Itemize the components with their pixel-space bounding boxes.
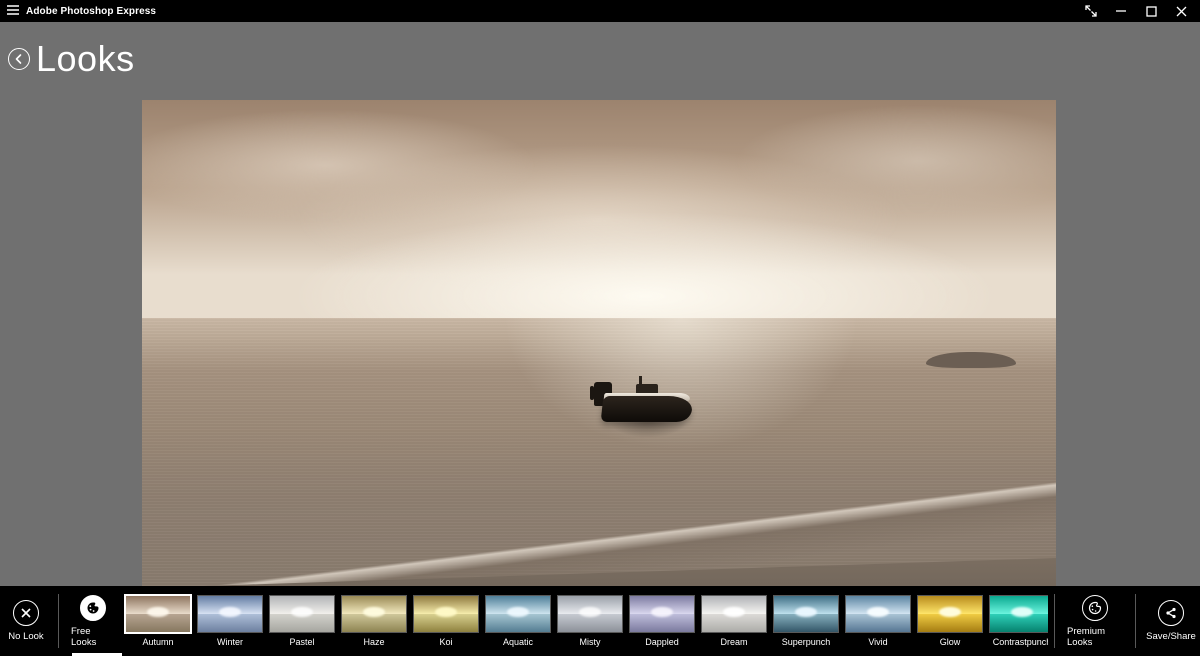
hamburger-menu-icon[interactable] [4, 5, 22, 17]
fullscreen-button[interactable] [1076, 0, 1106, 22]
look-label: Dream [720, 637, 747, 647]
look-label: Haze [363, 637, 384, 647]
look-haze[interactable]: Haze [341, 595, 407, 647]
separator [1054, 594, 1055, 648]
look-koi[interactable]: Koi [413, 595, 479, 647]
app-title: Adobe Photoshop Express [26, 6, 156, 17]
look-label: Superpunch [782, 637, 831, 647]
bottom-bar: No Look Free Looks Autumn Winter Pastel Haz… [0, 586, 1200, 656]
premium-looks-button[interactable]: Premium Looks [1061, 586, 1129, 656]
separator [1135, 594, 1136, 648]
look-label: Dappled [645, 637, 679, 647]
maximize-button[interactable] [1136, 0, 1166, 22]
free-looks-button[interactable]: Free Looks [65, 586, 121, 656]
look-thumbnail [629, 595, 695, 633]
palette-icon [80, 595, 106, 621]
section-title: Looks [36, 38, 135, 80]
look-thumbnail [701, 595, 767, 633]
canvas-area: Looks [0, 22, 1200, 586]
look-thumbnail [917, 595, 983, 633]
minimize-button[interactable] [1106, 0, 1136, 22]
premium-looks-label: Premium Looks [1067, 626, 1123, 648]
look-autumn[interactable]: Autumn [125, 595, 191, 647]
look-thumbnail [197, 595, 263, 633]
look-glow[interactable]: Glow [917, 595, 983, 647]
look-label: Pastel [289, 637, 314, 647]
look-label: Misty [580, 637, 601, 647]
look-aquatic[interactable]: Aquatic [485, 595, 551, 647]
section-header: Looks [8, 38, 135, 80]
save-share-button[interactable]: Save/Share [1142, 586, 1200, 656]
no-look-label: No Look [8, 631, 43, 642]
no-look-button[interactable]: No Look [0, 586, 52, 656]
look-thumbnail [485, 595, 551, 633]
free-looks-label: Free Looks [71, 626, 115, 648]
look-thumbnail [989, 595, 1048, 633]
look-label: Contrastpunch [993, 637, 1048, 647]
look-thumbnail [413, 595, 479, 633]
look-pastel[interactable]: Pastel [269, 595, 335, 647]
close-button[interactable] [1166, 0, 1196, 22]
edited-photo[interactable] [142, 100, 1056, 586]
cancel-icon [13, 600, 39, 626]
back-button[interactable] [8, 48, 30, 70]
look-thumbnail [341, 595, 407, 633]
look-vivid[interactable]: Vivid [845, 595, 911, 647]
look-label: Koi [439, 637, 452, 647]
separator [58, 594, 59, 648]
look-label: Aquatic [503, 637, 533, 647]
look-label: Glow [940, 637, 961, 647]
look-winter[interactable]: Winter [197, 595, 263, 647]
look-superpunch[interactable]: Superpunch [773, 595, 839, 647]
look-thumbnail [773, 595, 839, 633]
titlebar: Adobe Photoshop Express [0, 0, 1200, 22]
look-label: Winter [217, 637, 243, 647]
look-thumbnail [125, 595, 191, 633]
save-share-label: Save/Share [1146, 631, 1196, 642]
look-dappled[interactable]: Dappled [629, 595, 695, 647]
look-misty[interactable]: Misty [557, 595, 623, 647]
look-thumbnail [845, 595, 911, 633]
looks-strip[interactable]: Autumn Winter Pastel Haze Koi Aquatic Misty Dap… [121, 586, 1048, 656]
look-label: Vivid [868, 637, 887, 647]
share-icon [1158, 600, 1184, 626]
look-contrastpunch[interactable]: Contrastpunch [989, 595, 1048, 647]
look-thumbnail [269, 595, 335, 633]
palette-icon [1082, 595, 1108, 621]
look-label: Autumn [142, 637, 173, 647]
look-thumbnail [557, 595, 623, 633]
look-dream[interactable]: Dream [701, 595, 767, 647]
